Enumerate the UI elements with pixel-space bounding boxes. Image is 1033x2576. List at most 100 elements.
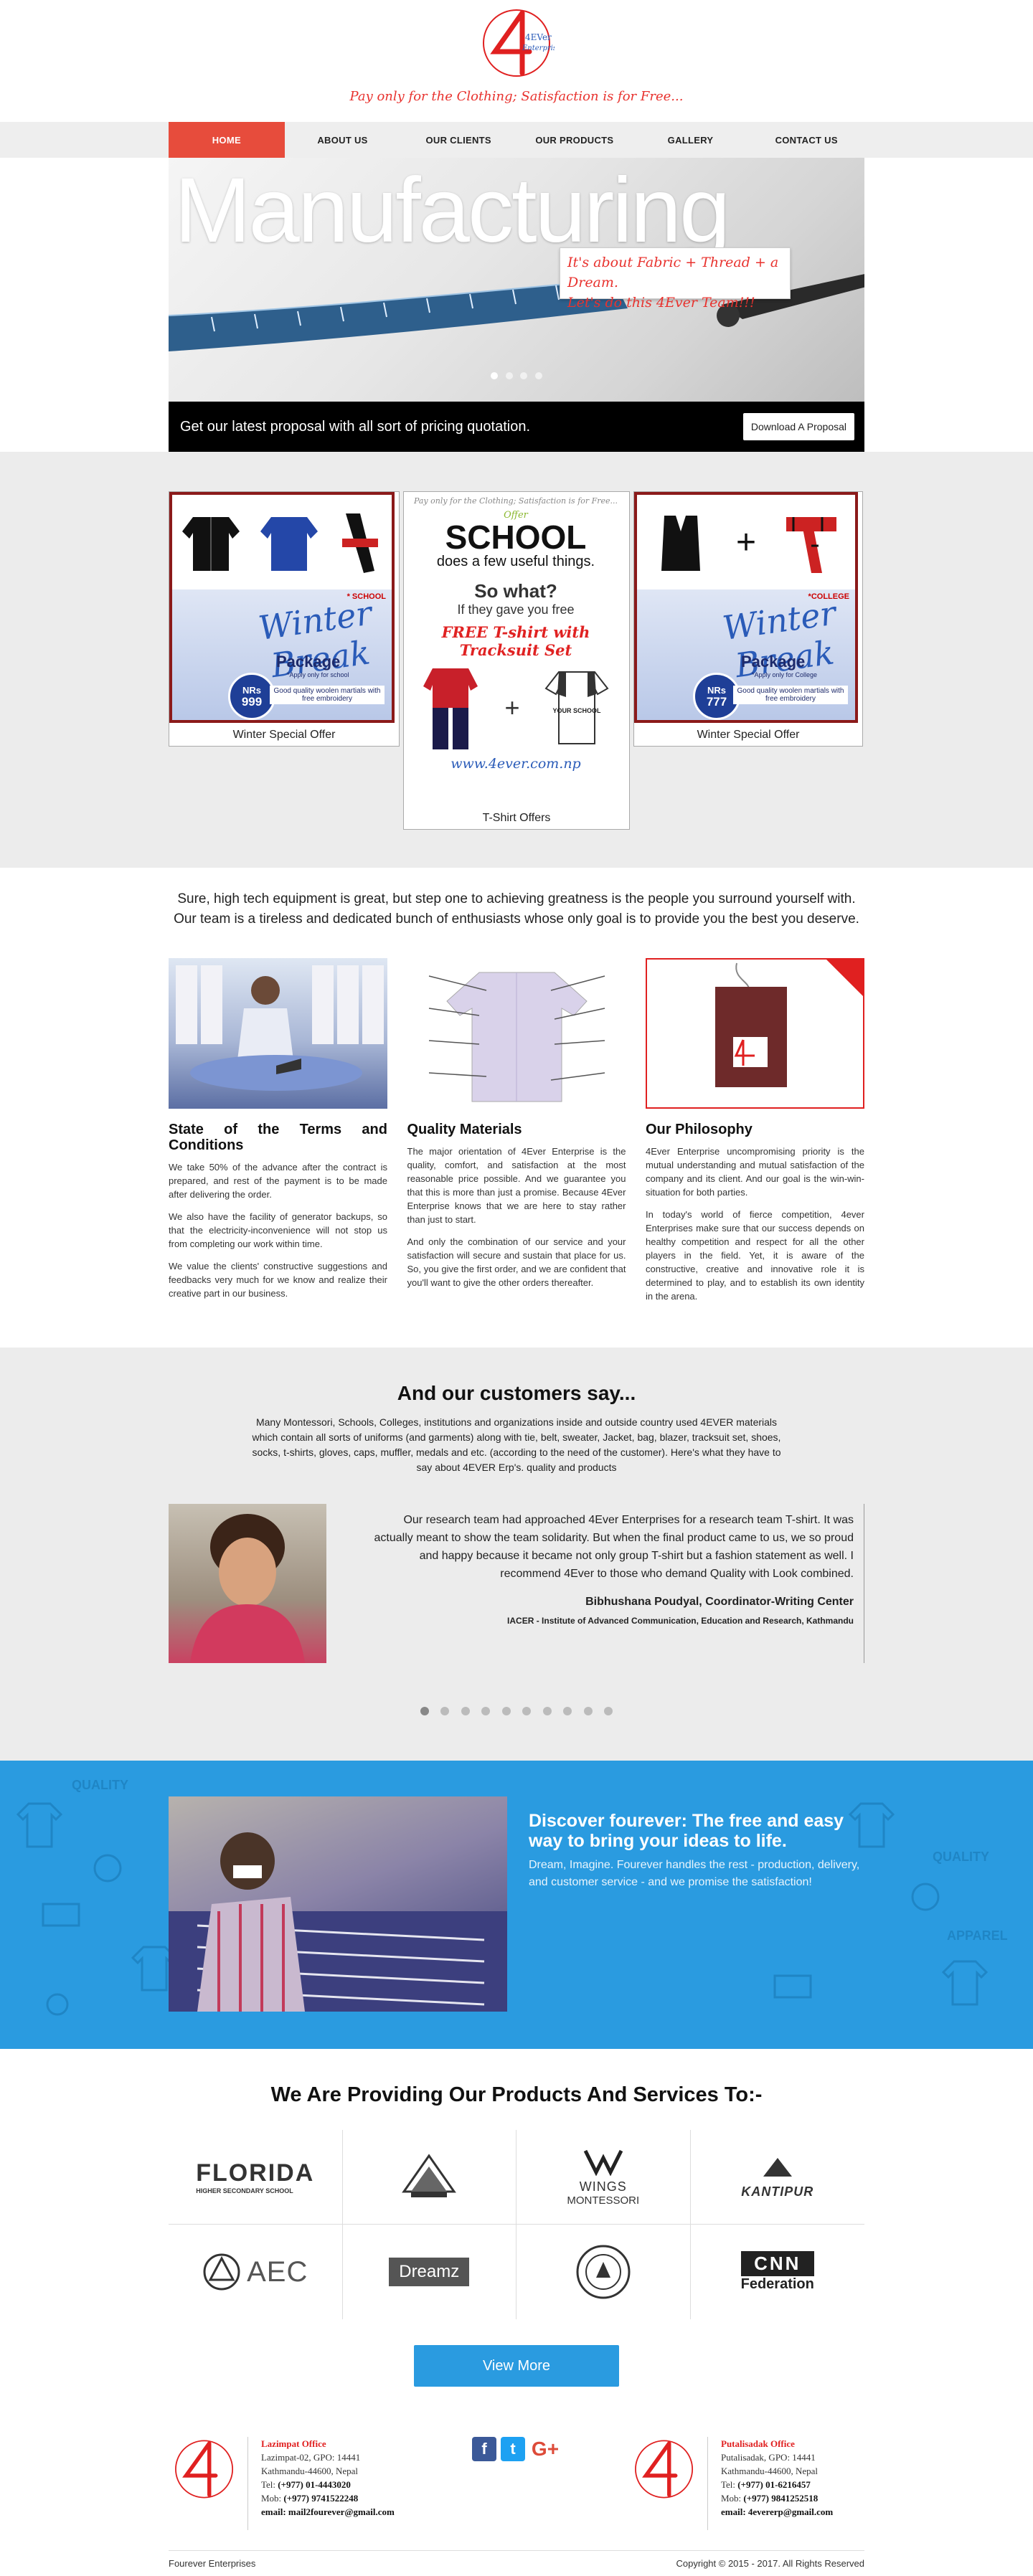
facebook-icon[interactable]: f <box>472 2437 496 2461</box>
column-paragraph: We also have the facility of generator b… <box>169 1211 387 1249</box>
shirt-diagram <box>428 972 605 1102</box>
discover-content: Discover fourever: The free and easy way… <box>169 1761 864 2012</box>
tel-label: Tel: <box>261 2479 276 2490</box>
person-photo <box>190 1514 305 1663</box>
office-phone[interactable]: (+977) 01-6216457 <box>737 2479 811 2490</box>
office-title: Lazimpat Office <box>261 2438 326 2449</box>
package-panel: *COLLEGE Winter Break Package *Apply onl… <box>637 589 855 720</box>
column-paragraph: The major orientation of 4Ever Enterpris… <box>407 1146 626 1225</box>
footer-logo-mark <box>175 2440 234 2499</box>
hero-dot[interactable] <box>534 372 542 379</box>
testimonial-quote: Our research team had approached 4Ever E… <box>374 1514 854 1580</box>
footer-offices: Lazimpat Office Lazimpat-02, GPO: 14441 … <box>169 2437 864 2530</box>
client-logo-text: AEC <box>247 2255 308 2288</box>
column-paragraph: 4Ever Enterprise uncompromising priority… <box>646 1146 864 1198</box>
client-logo-wings[interactable]: WINGS MONTESSORI <box>516 2130 691 2225</box>
plus-icon: + <box>504 692 520 722</box>
offer-free-line: FREE T-shirt with Tracksuit Set <box>441 623 590 659</box>
package-description: Good quality woolen martials with free e… <box>270 686 385 704</box>
client-logo-text: WINGS <box>579 2179 627 2194</box>
hero-slider[interactable]: Manufacturing It's about Fabric + Thread… <box>169 158 864 452</box>
discover-text: Dream, Imagine. Fourever handles the res… <box>529 1859 860 1888</box>
site-logo[interactable]: 4EVer Enterprises <box>479 7 565 79</box>
testimonial-dot[interactable] <box>481 1707 491 1715</box>
testimonial-dot[interactable] <box>440 1707 450 1715</box>
nav-about-us[interactable]: ABOUT US <box>285 122 401 158</box>
putalisadak-office-address: Putalisadak Office Putalisadak, GPO: 144… <box>721 2437 864 2519</box>
client-logo-kantipur[interactable]: KANTIPUR <box>690 2130 864 2225</box>
logo-mark: 4EVer Enterprises <box>482 9 565 77</box>
nav-our-products[interactable]: OUR PRODUCTS <box>516 122 633 158</box>
tracksuit-row: + YOUR SCHOOL <box>410 659 622 756</box>
twitter-icon[interactable]: t <box>501 2437 525 2461</box>
testimonial-dot[interactable] <box>420 1707 429 1715</box>
testimonial-dot[interactable] <box>542 1707 552 1715</box>
site-footer: Lazimpat Office Lazimpat-02, GPO: 14441 … <box>0 2387 1033 2576</box>
view-more-button[interactable]: View More <box>414 2345 619 2387</box>
office-email[interactable]: 4evererp@gmail.com <box>748 2506 833 2517</box>
testimonial-dot[interactable] <box>563 1707 572 1715</box>
pattern-word: QUALITY <box>933 1850 989 1864</box>
testimonial-dot[interactable] <box>604 1707 613 1715</box>
package-label: Package <box>741 653 806 671</box>
client-logo-cnn[interactable]: CNN Federation <box>691 2225 865 2319</box>
price-badge: NRs 999 <box>228 673 275 720</box>
nav-gallery[interactable]: GALLERY <box>633 122 749 158</box>
quality-column: Quality Materials The major orientation … <box>407 958 626 1312</box>
clients-heading: We Are Providing Our Products And Servic… <box>270 2083 763 2106</box>
nav-our-clients[interactable]: OUR CLIENTS <box>400 122 516 158</box>
logo-text-bottom: Enterprises <box>522 44 555 52</box>
testimonial-slide: Our research team had approached 4Ever E… <box>169 1504 864 1663</box>
hero-dot[interactable] <box>505 372 513 379</box>
clients-grid: FLORIDA HIGHER SECONDARY SCHOOL WINGS MO… <box>169 2130 864 2319</box>
google-plus-icon[interactable]: G+ <box>529 2437 561 2461</box>
offer-what: So what? <box>474 580 557 602</box>
testimonial-dot[interactable] <box>522 1707 532 1715</box>
office-mobile[interactable]: (+977) 9741522248 <box>283 2493 358 2504</box>
workshop-photo <box>169 1796 507 2012</box>
download-proposal-button[interactable]: Download A Proposal <box>742 413 854 440</box>
testimonial-dot[interactable] <box>501 1707 511 1715</box>
client-logo-emblem[interactable] <box>342 2130 516 2225</box>
plus-icon: + <box>735 523 756 562</box>
client-logo-aec[interactable]: AEC <box>169 2225 343 2319</box>
winter-offer-college-card[interactable]: + *COLLEGE Winter Break Package *Apply o… <box>633 491 863 747</box>
office-mobile[interactable]: (+977) 9841252518 <box>743 2493 818 2504</box>
shirt-diagram-photo <box>407 958 626 1109</box>
proposal-text: Get our latest proposal with all sort of… <box>180 418 531 435</box>
offer-subline: does a few useful things. <box>436 554 595 569</box>
office-phone[interactable]: (+977) 01-4443020 <box>278 2479 351 2490</box>
footer-logo[interactable] <box>169 2437 240 2501</box>
office-email[interactable]: mail2fourever@gmail.com <box>288 2506 395 2517</box>
price-value: 999 <box>241 695 263 709</box>
hero-dot[interactable] <box>520 372 528 379</box>
nav-contact-us[interactable]: CONTACT US <box>748 122 864 158</box>
client-logo-dreamz[interactable]: Dreamz <box>343 2225 516 2319</box>
package-note: *Apply only for school <box>287 671 349 678</box>
footer-logo[interactable] <box>628 2437 700 2501</box>
tagline: Pay only for the Clothing; Satisfaction … <box>349 89 684 104</box>
hero-dot[interactable] <box>491 372 499 379</box>
nav-home[interactable]: HOME <box>169 122 285 158</box>
offer-label: T-Shirt Offers <box>482 812 551 824</box>
tshirt-offer-card[interactable]: Pay only for the Clothing; Satisfaction … <box>403 491 630 830</box>
client-logo-subtext: MONTESSORI <box>567 2194 640 2207</box>
discover-heading: Discover fourever: The free and easy way… <box>529 1811 844 1851</box>
offer-top-line: Pay only for the Clothing; Satisfaction … <box>413 496 618 506</box>
package-note: *Apply only for College <box>752 671 818 678</box>
winter-offer-school-card[interactable]: * SCHOOL Winter Break Package *Apply onl… <box>169 491 400 747</box>
testimonial-dot[interactable] <box>461 1707 470 1715</box>
testimonial-dot[interactable] <box>583 1707 593 1715</box>
testimonials-intro: Many Montessori, Schools, Colleges, inst… <box>252 1416 781 1473</box>
client-logo-florida[interactable]: FLORIDA HIGHER SECONDARY SCHOOL <box>169 2130 343 2225</box>
mob-label: Mob: <box>721 2493 742 2504</box>
price-value: 777 <box>706 695 727 709</box>
intro-text: Sure, high tech equipment is great, but … <box>174 891 859 927</box>
tshirt-icon: YOUR SCHOOL <box>544 671 609 744</box>
muffler-icon <box>341 513 378 573</box>
client-logo-school-seal[interactable] <box>516 2225 691 2319</box>
client-logo-text: CNN <box>740 2251 814 2276</box>
tracksuit-icon <box>423 668 478 749</box>
testimonial-avatar <box>169 1504 326 1663</box>
package-description: Good quality woolen martials with free e… <box>733 686 848 704</box>
